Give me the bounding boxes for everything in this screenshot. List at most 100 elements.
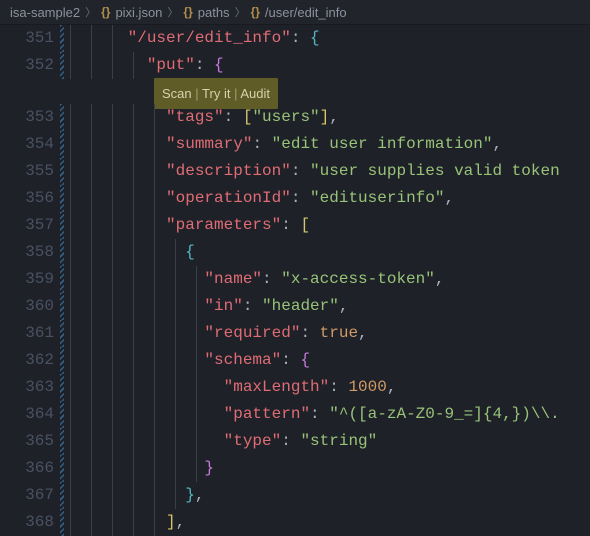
code-line[interactable]: 366 } xyxy=(0,455,590,482)
code-content[interactable]: "summary": "edit user information", xyxy=(70,131,590,158)
token-punct xyxy=(70,432,224,450)
code-content[interactable]: } xyxy=(70,455,590,482)
code-content[interactable]: "pattern": "^([a-zA-Z0-9_=]{4,})\\. xyxy=(70,401,590,428)
token-string: "edit user information" xyxy=(272,135,493,153)
code-content[interactable]: { xyxy=(70,239,590,266)
code-content[interactable]: "put": {Scan | Try it | Audit xyxy=(70,52,590,79)
code-content[interactable]: "description": "user supplies valid toke… xyxy=(70,158,590,185)
code-line[interactable]: 368 ], xyxy=(0,509,590,536)
breadcrumb-item[interactable]: paths xyxy=(198,5,230,20)
token-bracket-p: { xyxy=(214,56,224,74)
line-number: 364 xyxy=(0,401,70,428)
line-number: 368 xyxy=(0,509,70,536)
separator: | xyxy=(234,86,237,101)
code-content[interactable]: "tags": ["users"], xyxy=(70,104,590,131)
line-number: 351 xyxy=(0,25,70,52)
token-punct: , xyxy=(444,189,454,207)
line-number: 362 xyxy=(0,347,70,374)
line-number: 361 xyxy=(0,320,70,347)
code-line[interactable]: 357 "parameters": [ xyxy=(0,212,590,239)
token-bracket-b: } xyxy=(185,486,195,504)
breadcrumb-item[interactable]: pixi.json xyxy=(115,5,162,20)
token-bracket-y: [ xyxy=(300,216,310,234)
codelens-scan[interactable]: Scan xyxy=(162,86,192,101)
code-content[interactable]: ], xyxy=(70,509,590,536)
code-content[interactable]: "required": true, xyxy=(70,320,590,347)
code-content[interactable]: "maxLength": 1000, xyxy=(70,374,590,401)
codelens-tryit[interactable]: Try it xyxy=(202,86,230,101)
line-number: 357 xyxy=(0,212,70,239)
code-content[interactable]: "operationId": "edituserinfo", xyxy=(70,185,590,212)
line-number: 358 xyxy=(0,239,70,266)
code-line[interactable]: 351 "/user/edit_info": { xyxy=(0,25,590,52)
breadcrumb[interactable]: isa-sample2 〉 {} pixi.json 〉 {} paths 〉 … xyxy=(0,0,590,25)
code-line[interactable]: 360 "in": "header", xyxy=(0,293,590,320)
token-key: "type" xyxy=(224,432,282,450)
token-punct: , xyxy=(435,270,445,288)
chevron-right-icon: 〉 xyxy=(167,4,178,20)
braces-icon: {} xyxy=(101,5,110,19)
breadcrumb-item[interactable]: /user/edit_info xyxy=(265,5,347,20)
code-line[interactable]: 356 "operationId": "edituserinfo", xyxy=(0,185,590,212)
code-content[interactable]: "parameters": [ xyxy=(70,212,590,239)
code-line[interactable]: 355 "description": "user supplies valid … xyxy=(0,158,590,185)
token-punct xyxy=(70,216,166,234)
token-bracket-y: ] xyxy=(166,513,176,531)
code-line[interactable]: 365 "type": "string" xyxy=(0,428,590,455)
token-key: "pattern" xyxy=(224,405,310,423)
token-key: "name" xyxy=(204,270,262,288)
line-number: 363 xyxy=(0,374,70,401)
code-line[interactable]: 354 "summary": "edit user information", xyxy=(0,131,590,158)
code-content[interactable]: }, xyxy=(70,482,590,509)
code-line[interactable]: 364 "pattern": "^([a-zA-Z0-9_=]{4,})\\. xyxy=(0,401,590,428)
token-punct: , xyxy=(339,297,349,315)
token-punct xyxy=(70,108,166,126)
token-key: "operationId" xyxy=(166,189,291,207)
line-number: 356 xyxy=(0,185,70,212)
code-editor[interactable]: 351 "/user/edit_info": {352 "put": {Scan… xyxy=(0,25,590,536)
token-punct: , xyxy=(387,378,397,396)
token-punct: , xyxy=(329,108,339,126)
code-line[interactable]: 359 "name": "x-access-token", xyxy=(0,266,590,293)
token-punct xyxy=(70,29,128,47)
line-number: 355 xyxy=(0,158,70,185)
code-line[interactable]: 362 "schema": { xyxy=(0,347,590,374)
token-string: "^([a-zA-Z0-9_=]{4,})\\. xyxy=(329,405,559,423)
breadcrumb-item[interactable]: isa-sample2 xyxy=(10,5,80,20)
code-content[interactable]: "name": "x-access-token", xyxy=(70,266,590,293)
code-content[interactable]: "schema": { xyxy=(70,347,590,374)
code-line[interactable]: 358 { xyxy=(0,239,590,266)
token-key: "schema" xyxy=(204,351,281,369)
token-punct xyxy=(70,135,166,153)
token-punct: : xyxy=(291,162,310,180)
line-number: 359 xyxy=(0,266,70,293)
braces-icon: {} xyxy=(251,5,260,19)
code-content[interactable]: "in": "header", xyxy=(70,293,590,320)
line-number: 353 xyxy=(0,104,70,131)
token-punct xyxy=(70,189,166,207)
token-bracket-p: } xyxy=(204,459,214,477)
codelens-audit[interactable]: Audit xyxy=(240,86,270,101)
token-key: "tags" xyxy=(166,108,224,126)
token-key: "put" xyxy=(147,56,195,74)
token-punct xyxy=(70,162,166,180)
token-punct: : xyxy=(281,432,300,450)
token-bracket-y: ] xyxy=(320,108,330,126)
code-content[interactable]: "type": "string" xyxy=(70,428,590,455)
code-line[interactable]: 352 "put": {Scan | Try it | Audit xyxy=(0,52,590,104)
token-punct: , xyxy=(358,324,368,342)
code-line[interactable]: 363 "maxLength": 1000, xyxy=(0,374,590,401)
code-line[interactable]: 361 "required": true, xyxy=(0,320,590,347)
token-number: 1000 xyxy=(348,378,386,396)
code-line[interactable]: 367 }, xyxy=(0,482,590,509)
token-string: "edituserinfo" xyxy=(310,189,444,207)
chevron-right-icon: 〉 xyxy=(235,4,246,20)
token-string: "string" xyxy=(300,432,377,450)
token-punct: : xyxy=(252,135,271,153)
token-punct: : xyxy=(281,216,300,234)
token-punct xyxy=(70,486,185,504)
line-number: 360 xyxy=(0,293,70,320)
code-line[interactable]: 353 "tags": ["users"], xyxy=(0,104,590,131)
code-content[interactable]: "/user/edit_info": { xyxy=(70,25,590,52)
token-punct: : xyxy=(300,324,319,342)
